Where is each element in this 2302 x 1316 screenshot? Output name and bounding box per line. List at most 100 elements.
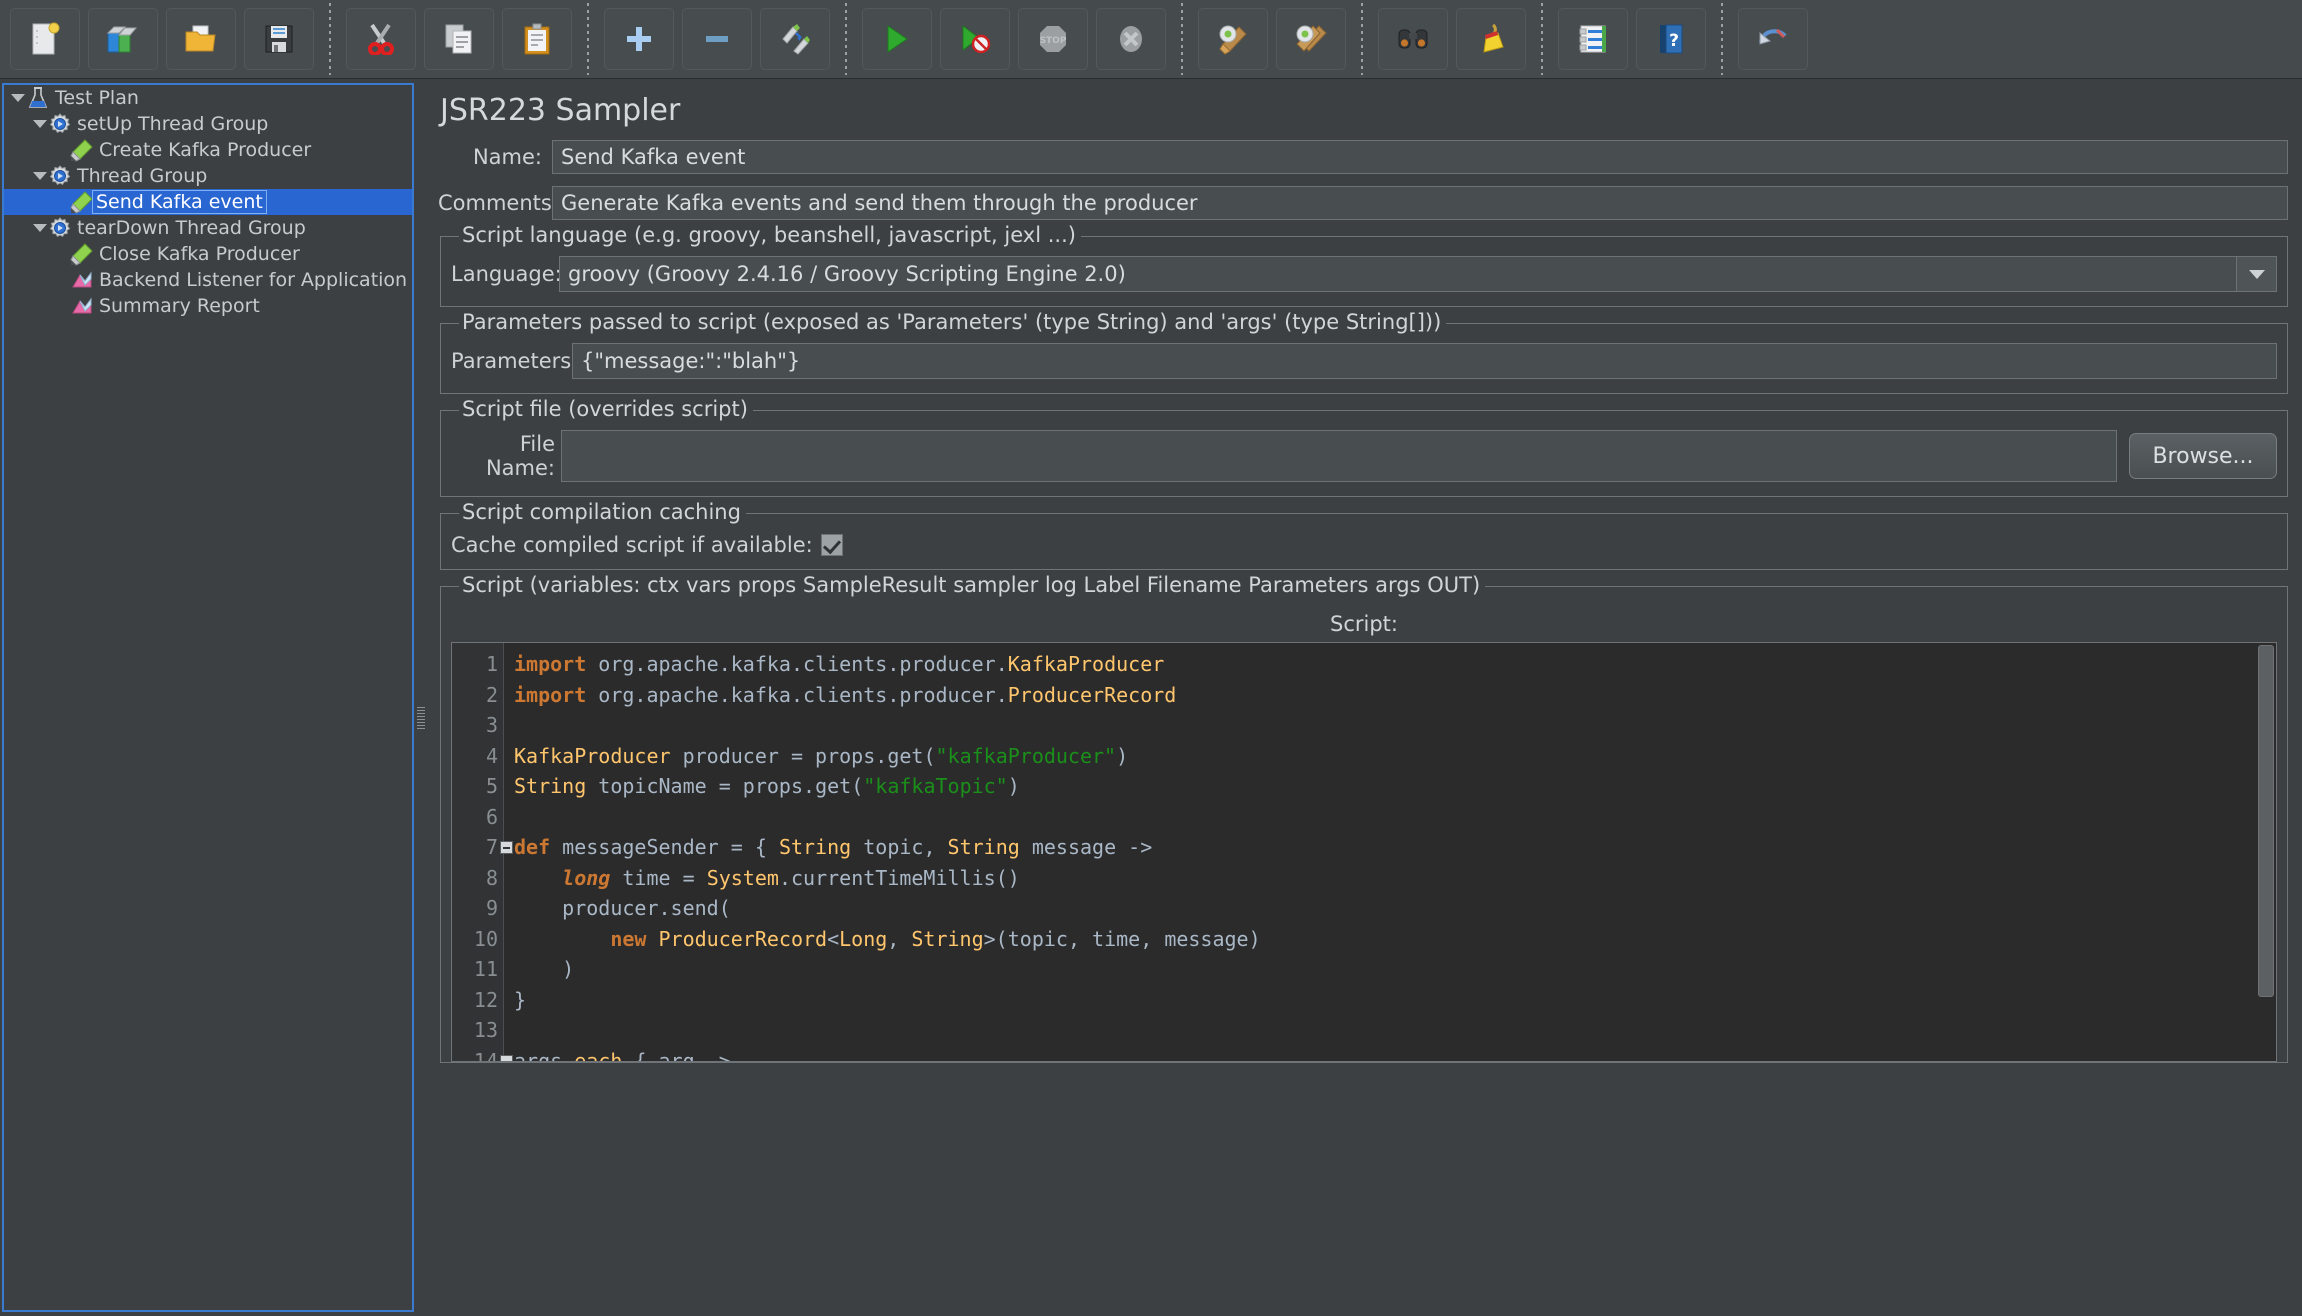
script-language-group-title: Script language (e.g. groovy, beanshell,… (459, 223, 1081, 247)
expander-spacer (54, 196, 69, 208)
thread-group-gear-icon (47, 112, 73, 136)
test-plan-flask-icon (25, 86, 51, 110)
expander-collapse-icon[interactable] (10, 92, 25, 104)
language-combobox[interactable]: groovy (Groovy 2.4.16 / Groovy Scripting… (559, 256, 2277, 292)
save-button[interactable] (244, 8, 314, 70)
script-file-group: Script file (overrides script) File Name… (440, 410, 2288, 497)
parameters-group: Parameters passed to script (exposed as … (440, 323, 2288, 394)
expander-collapse-icon[interactable] (32, 118, 47, 130)
collapse-all-button[interactable] (682, 8, 752, 70)
cut-button[interactable] (346, 8, 416, 70)
expander-spacer (54, 274, 69, 286)
paste-button[interactable] (502, 8, 572, 70)
file-name-label: File Name: (451, 432, 555, 480)
scrollbar-thumb[interactable] (2258, 645, 2274, 997)
toolbar-separator (1181, 3, 1183, 75)
toggle-button[interactable] (760, 8, 830, 70)
templates-button[interactable] (88, 8, 158, 70)
expander-spacer (54, 144, 69, 156)
line-number: 5 (452, 771, 503, 802)
start-no-pauses-button[interactable] (940, 8, 1010, 70)
expander-collapse-icon[interactable] (32, 170, 47, 182)
splitter-grip[interactable] (417, 707, 425, 729)
tree-item-label: Close Kafka Producer (95, 243, 300, 265)
tree-item-thread-group[interactable]: Thread Group (4, 163, 412, 189)
code-line: } (514, 985, 2276, 1016)
tree-item-test-plan[interactable]: Test Plan (4, 85, 412, 111)
code-line: def messageSender = { String topic, Stri… (514, 832, 2276, 863)
tree-item-send-kafka-event[interactable]: Send Kafka event (4, 189, 412, 215)
jsr223-sampler-icon (69, 242, 95, 266)
undo-button[interactable] (1738, 8, 1808, 70)
code-line: producer.send( (514, 893, 2276, 924)
clear-all-button[interactable] (1276, 8, 1346, 70)
minus-icon (702, 24, 732, 54)
toolbar-separator (587, 3, 589, 75)
tree-item-create-kafka-producer[interactable]: Create Kafka Producer (4, 137, 412, 163)
open-button[interactable] (166, 8, 236, 70)
expander-collapse-icon[interactable] (32, 222, 47, 234)
play-green-icon (883, 24, 911, 54)
file-name-input[interactable] (561, 430, 2117, 482)
yellow-broom-icon (1476, 23, 1506, 55)
name-input[interactable]: Send Kafka event (552, 140, 2288, 174)
tree-item-setup-thread-group[interactable]: setUp Thread Group (4, 111, 412, 137)
copy-button[interactable] (424, 8, 494, 70)
toolbar-separator (845, 3, 847, 75)
chevron-down-icon[interactable] (2236, 257, 2276, 291)
toolbar-separator (1541, 3, 1543, 75)
line-number: 11 (452, 954, 503, 985)
tree-item-close-kafka-producer[interactable]: Close Kafka Producer (4, 241, 412, 267)
tree-item-label: Test Plan (51, 87, 139, 109)
stop-sign-icon: STOP (1038, 24, 1068, 54)
line-number: 1 (452, 649, 503, 680)
tree-item-backend-listener-for-application-insights[interactable]: Backend Listener for Application Insight… (4, 267, 412, 293)
language-row: Language: groovy (Groovy 2.4.16 / Groovy… (451, 256, 2277, 296)
clear-button[interactable] (1198, 8, 1268, 70)
reset-search-button[interactable] (1456, 8, 1526, 70)
function-helper-button[interactable] (1558, 8, 1628, 70)
editor-vertical-scrollbar[interactable] (2258, 645, 2274, 1061)
line-number: 3 (452, 710, 503, 741)
code-line: args.each { arg -> (514, 1046, 2276, 1062)
stop-button[interactable]: STOP (1018, 8, 1088, 70)
parameters-input[interactable]: {"message:":"blah"} (572, 343, 2277, 379)
code-line (514, 1015, 2276, 1046)
tree-item-label: Summary Report (95, 295, 260, 317)
page-title: JSR223 Sampler (428, 83, 2302, 128)
cache-row: Cache compiled script if available: (451, 533, 2277, 559)
help-button[interactable]: ? (1636, 8, 1706, 70)
script-file-group-title: Script file (overrides script) (459, 397, 753, 421)
comments-label: Comments: (438, 191, 542, 215)
code-line (514, 802, 2276, 833)
function-list-icon (1577, 24, 1609, 54)
script-editor[interactable]: 12345678910111213141516171819 import org… (451, 642, 2277, 1062)
start-button[interactable] (862, 8, 932, 70)
code-line: import org.apache.kafka.clients.producer… (514, 649, 2276, 680)
shutdown-button[interactable] (1096, 8, 1166, 70)
editor-code-area[interactable]: import org.apache.kafka.clients.producer… (504, 643, 2276, 1061)
blue-help-book-icon: ? (1658, 23, 1684, 55)
expand-all-button[interactable] (604, 8, 674, 70)
tree-item-teardown-thread-group[interactable]: tearDown Thread Group (4, 215, 412, 241)
cache-compiled-script-checkbox[interactable] (821, 534, 843, 556)
shutdown-x-icon (1116, 24, 1146, 54)
language-combobox-value: groovy (Groovy 2.4.16 / Groovy Scripting… (568, 262, 1126, 286)
parameters-label: Parameters: (451, 349, 566, 373)
code-line: ) (514, 954, 2276, 985)
new-button[interactable] (10, 8, 80, 70)
play-no-pauses-icon (959, 24, 991, 54)
plus-icon (624, 24, 654, 54)
code-line: import org.apache.kafka.clients.producer… (514, 680, 2276, 711)
tree-item-label: Create Kafka Producer (95, 139, 311, 161)
test-plan-tree[interactable]: Test Plan setUp Thread Group Create Kafk… (2, 83, 414, 1312)
name-row: Name: Send Kafka event (428, 140, 2302, 174)
script-caching-group-title: Script compilation caching (459, 500, 746, 524)
panel-splitter[interactable] (414, 83, 428, 1312)
tree-item-summary-report[interactable]: Summary Report (4, 293, 412, 319)
search-button[interactable] (1378, 8, 1448, 70)
browse-button[interactable]: Browse... (2129, 433, 2277, 479)
comments-input[interactable]: Generate Kafka events and send them thro… (552, 186, 2288, 220)
code-line: String topicName = props.get("kafkaTopic… (514, 771, 2276, 802)
new-document-icon (30, 22, 60, 56)
